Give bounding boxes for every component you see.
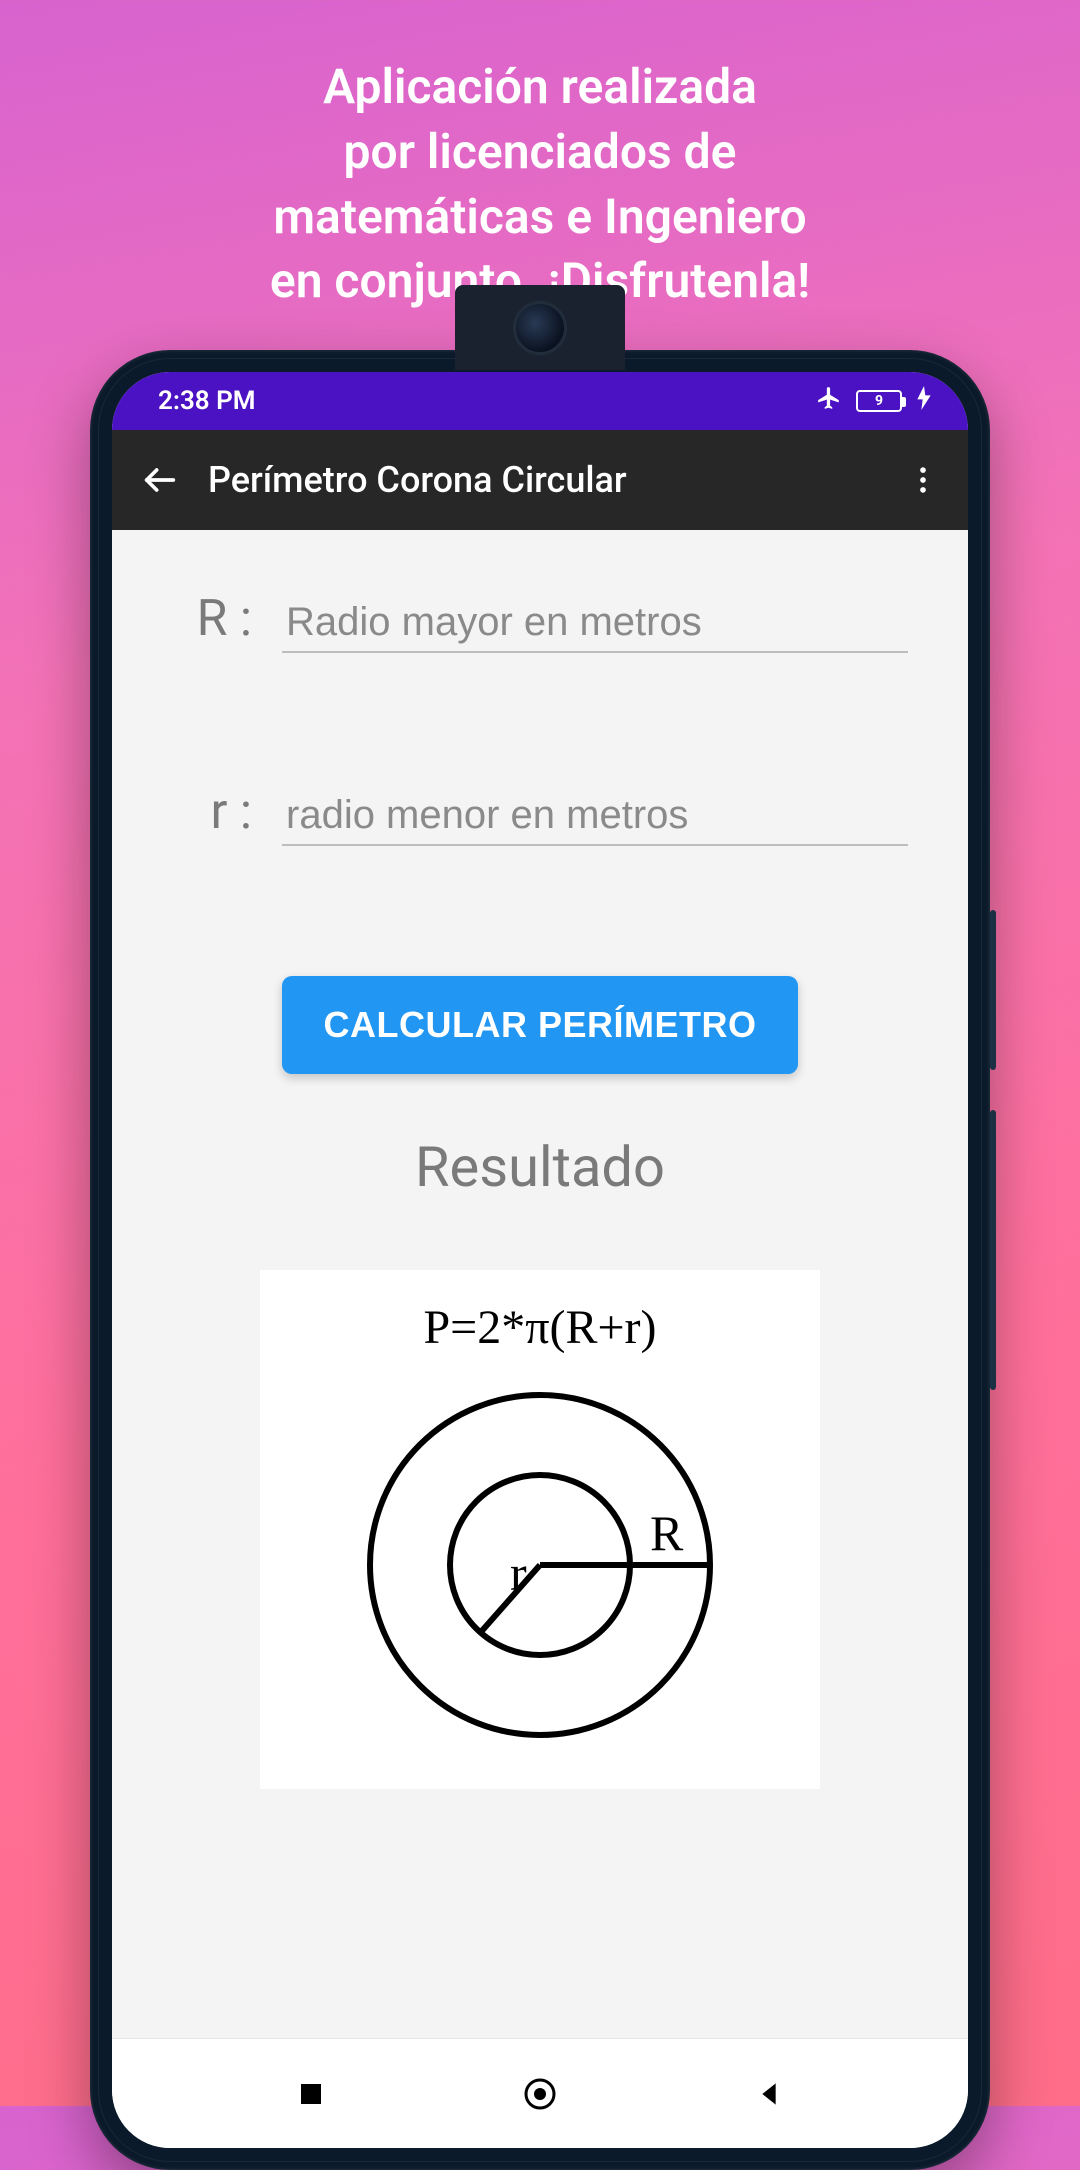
field-row-minor-radius: r : [172,783,908,846]
nav-home-button[interactable] [510,2064,570,2124]
system-nav-bar [112,2038,968,2148]
page-title: Perímetro Corona Circular [208,459,878,501]
field-label-R: R : [172,590,252,648]
airplane-mode-icon [816,385,842,418]
battery-icon: 9 [856,390,902,412]
phone-side-button [990,910,996,1070]
diagram-label-r: r [510,1545,527,1601]
content-area: R : r : CALCULAR PERÍMETRO Resultado P=2… [112,530,968,2038]
promo-text: Aplicación realizada por licenciados de … [0,0,1080,314]
minor-radius-input[interactable] [282,787,908,846]
promo-line: Aplicación realizada [90,55,990,120]
app-bar: Perímetro Corona Circular [112,430,968,530]
diagram-label-R: R [650,1505,684,1561]
formula-diagram: P=2*π(R+r) R r [260,1270,820,1789]
status-bar: 2:38 PM 9 [112,372,968,430]
phone-camera [455,285,625,370]
field-row-major-radius: R : [172,590,908,653]
formula-text: P=2*π(R+r) [280,1300,800,1355]
charging-icon [916,386,932,417]
calculate-button[interactable]: CALCULAR PERÍMETRO [282,976,799,1074]
promo-line: matemáticas e Ingeniero [90,185,990,250]
major-radius-input[interactable] [282,594,908,653]
more-icon[interactable] [906,463,940,497]
result-label: Resultado [415,1134,665,1200]
phone-side-button [990,1110,996,1390]
phone-screen: 2:38 PM 9 Perímetro Corona Circular [112,372,968,2148]
nav-back-button[interactable] [739,2064,799,2124]
promo-line: por licenciados de [90,120,990,185]
back-icon[interactable] [140,460,180,500]
nav-recent-button[interactable] [281,2064,341,2124]
field-label-r: r : [172,783,252,841]
annulus-diagram-icon: R r [350,1375,730,1755]
status-time: 2:38 PM [158,386,256,416]
phone-frame: 2:38 PM 9 Perímetro Corona Circular [90,350,990,2170]
